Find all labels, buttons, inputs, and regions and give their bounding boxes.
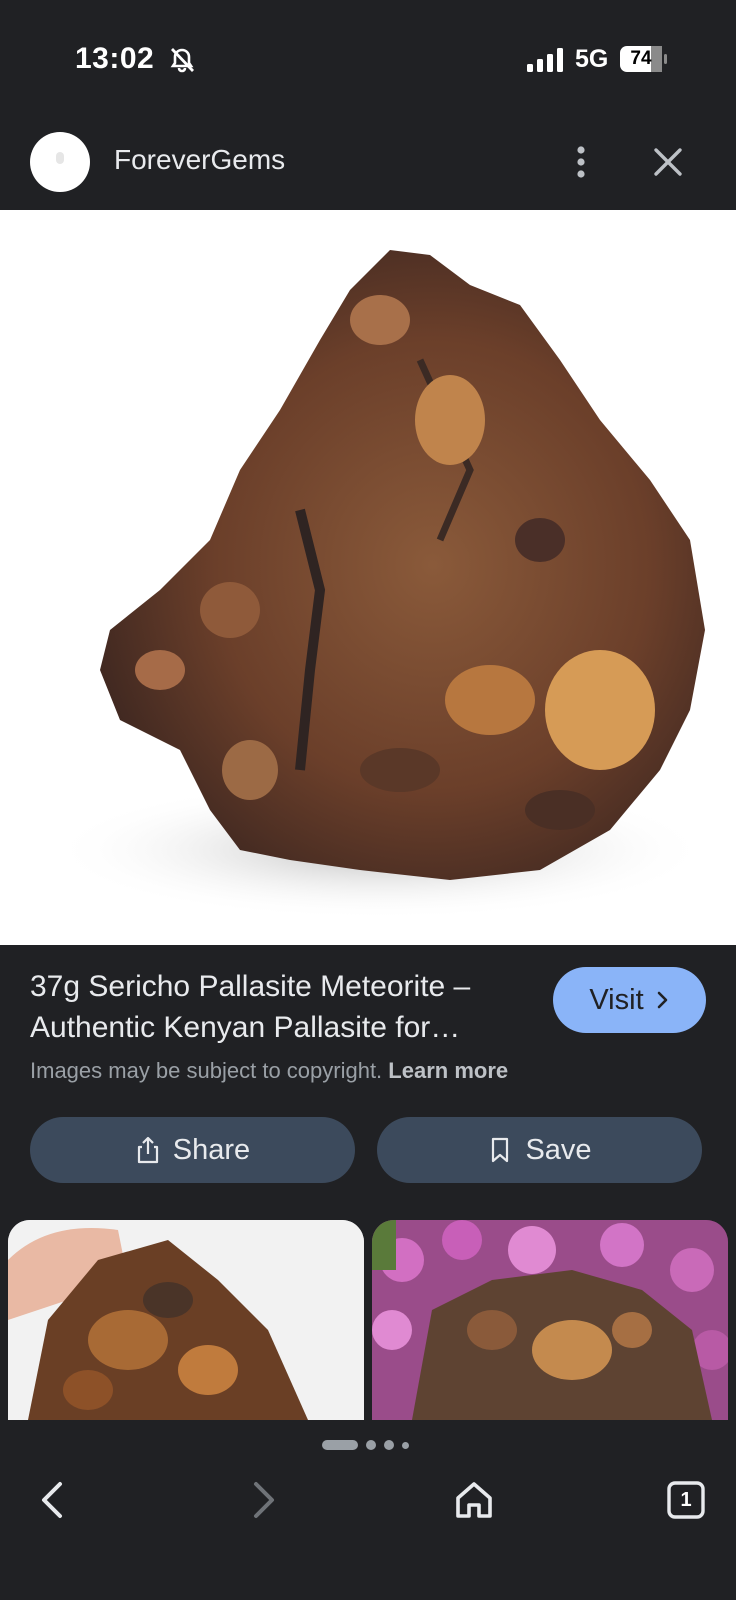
source-name[interactable]: ForeverGems (114, 144, 285, 176)
network-type: 5G (575, 45, 609, 73)
result-title[interactable]: 37g Sericho Pallasite Meteorite – Authen… (30, 966, 530, 1048)
page-dot (366, 1440, 376, 1450)
visit-label: Visit (589, 983, 644, 1016)
battery-level: 74 (630, 48, 652, 69)
bell-off-icon (170, 48, 195, 73)
bookmark-icon (492, 1137, 509, 1163)
close-icon[interactable] (650, 144, 686, 180)
more-vert-icon[interactable] (566, 142, 596, 182)
meteorite-image (0, 210, 736, 945)
save-button[interactable]: Save (377, 1117, 702, 1183)
avatar-logo-icon (56, 152, 64, 164)
share-button[interactable]: Share (30, 1117, 355, 1183)
share-icon (137, 1136, 158, 1164)
source-avatar[interactable] (30, 132, 90, 192)
tab-count: 1 (680, 1489, 692, 1511)
related-image-1[interactable] (8, 1220, 364, 1420)
chevron-right-icon (657, 991, 667, 1009)
visit-button[interactable]: Visit (553, 967, 706, 1033)
status-bar: 13:02 5G 74 (0, 0, 736, 120)
status-time: 13:02 (75, 42, 155, 75)
copyright-text: Images may be subject to copyright. (30, 1058, 383, 1083)
main-image[interactable] (0, 210, 736, 945)
share-label: Share (172, 1133, 251, 1166)
page-dot (402, 1442, 409, 1449)
related-meteorite-flowers-image (372, 1220, 728, 1420)
viewer-header: ForeverGems (0, 120, 736, 210)
forward-icon[interactable] (236, 1474, 288, 1526)
copyright-notice: Images may be subject to copyright. Lear… (30, 1058, 508, 1084)
related-image-2[interactable] (372, 1220, 728, 1420)
page-dot (384, 1440, 394, 1450)
learn-more-link[interactable]: Learn more (388, 1058, 508, 1083)
related-meteorite-image (8, 1220, 364, 1420)
save-label: Save (525, 1133, 592, 1166)
page-dot-active (322, 1440, 358, 1450)
home-icon[interactable] (448, 1474, 500, 1526)
bottom-navigation: 1 (0, 1420, 736, 1600)
back-icon[interactable] (28, 1474, 80, 1526)
signal-icon (527, 48, 563, 72)
